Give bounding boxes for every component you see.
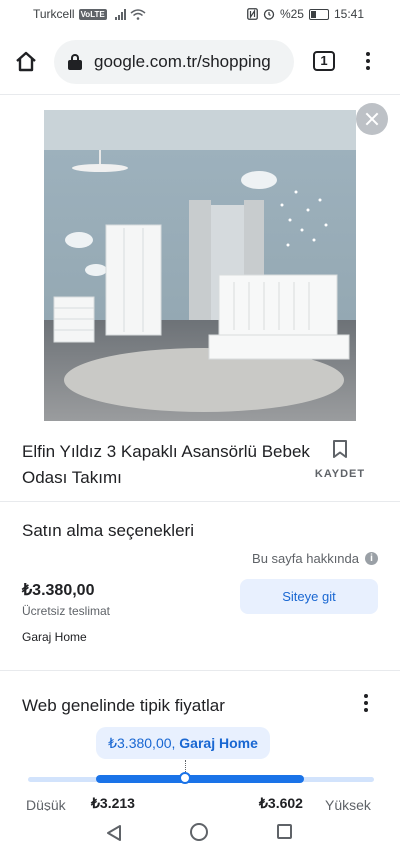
recents-icon[interactable] (277, 824, 292, 839)
carrier-name: Turkcell (33, 7, 75, 21)
about-this-page-link[interactable]: Bu sayfa hakkında i (252, 551, 378, 566)
system-nav-bar (0, 811, 400, 856)
product-title: Elfin Yıldız 3 Kapaklı Asansörlü Bebek O… (22, 442, 310, 487)
volte-badge: VoLTE (78, 8, 107, 20)
save-button[interactable]: KAYDET (312, 440, 368, 480)
home-nav-icon[interactable] (190, 823, 208, 841)
shipping-info: Ücretsiz teslimat (22, 604, 111, 618)
bubble-price: ₺3.380,00, (108, 735, 176, 751)
battery-percent: %25 (279, 7, 304, 21)
battery-icon (308, 8, 329, 20)
save-label: KAYDET (314, 468, 366, 480)
back-icon[interactable] (106, 824, 122, 842)
tab-switcher-button[interactable]: 1 (313, 51, 335, 71)
clock: 15:41 (333, 7, 364, 21)
browser-toolbar: google.com.tr/shopping 1 (0, 28, 400, 95)
lock-icon (68, 54, 82, 70)
close-image-button[interactable] (356, 103, 388, 135)
wifi-icon (130, 8, 146, 20)
about-page-label: Bu sayfa hakkında (252, 551, 359, 566)
visit-site-button[interactable]: Siteye git (240, 579, 378, 614)
product-image (44, 110, 356, 421)
typical-price-range (96, 775, 304, 783)
alarm-icon (263, 9, 275, 20)
status-bar: Turkcell VoLTE %25 15:41 (0, 0, 400, 28)
low-value: ₺3.213 (91, 795, 135, 811)
signal-icon (114, 8, 126, 20)
status-right: %25 15:41 (247, 7, 364, 21)
merchant-name[interactable]: Garaj Home (22, 630, 87, 644)
nfc-icon (247, 8, 258, 20)
address-bar[interactable]: google.com.tr/shopping (54, 40, 294, 84)
typical-prices-heading: Web genelinde tipik fiyatlar (22, 696, 225, 715)
bubble-store: Garaj Home (179, 735, 258, 751)
browser-menu-icon[interactable] (360, 50, 376, 74)
home-icon[interactable] (12, 48, 40, 76)
divider (0, 501, 400, 502)
status-left: Turkcell VoLTE (33, 7, 146, 21)
url-text: google.com.tr/shopping (94, 52, 271, 71)
divider (0, 670, 400, 671)
high-value: ₺3.602 (259, 795, 303, 811)
current-price-marker (179, 772, 191, 784)
bookmark-icon (333, 440, 347, 458)
offer-price: ₺3.380,00 (22, 582, 95, 599)
current-price-bubble: ₺3.380,00, Garaj Home (96, 727, 270, 759)
buying-options-heading: Satın alma seçenekleri (22, 521, 194, 540)
more-options-icon[interactable] (362, 694, 370, 714)
info-icon: i (365, 552, 378, 565)
